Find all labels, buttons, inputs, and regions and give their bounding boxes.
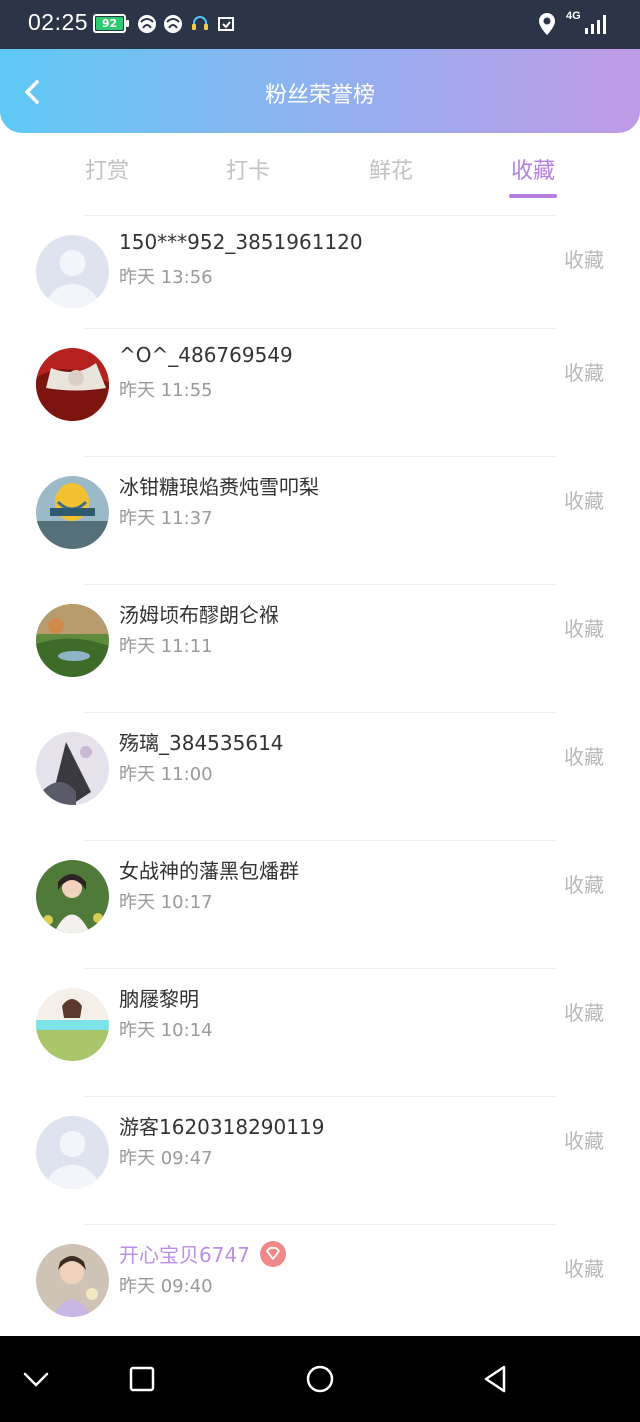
avatar[interactable] [36,348,109,421]
default-avatar-icon [36,1116,109,1189]
timestamp: 昨天 10:14 [119,1020,213,1041]
divider [84,584,556,585]
timestamp: 昨天 11:00 [119,764,213,785]
battery-icon: 92 [93,14,129,33]
divider [84,968,556,969]
timestamp: 昨天 09:40 [119,1276,213,1297]
vip-badge-icon [259,1241,286,1267]
home-button[interactable] [302,1361,338,1397]
divider [84,840,556,841]
avatar[interactable] [36,732,109,805]
list-item[interactable]: ^O^_486769549 昨天 11:55 收藏 [0,328,640,456]
system-nav-bar [0,1336,640,1422]
network-type: 4G [566,10,581,22]
action-label: 收藏 [564,617,604,641]
avatar-photo [36,860,109,933]
list-item[interactable]: 朒屦黎明 昨天 10:14 收藏 [0,968,640,1096]
divider [84,1096,556,1097]
action-label: 收藏 [564,873,604,897]
default-avatar-icon [36,235,109,308]
timestamp: 昨天 11:11 [119,636,213,657]
action-label: 收藏 [564,361,604,385]
tab-checkin[interactable]: 打卡 [203,153,293,185]
list-item[interactable]: 女战神的藩黑包燔群 昨天 10:17 收藏 [0,840,640,968]
timestamp: 昨天 10:17 [119,892,213,913]
header: 粉丝荣誉榜 [0,49,640,133]
action-label: 收藏 [564,1001,604,1025]
avatar-photo [36,988,109,1061]
back-nav-button[interactable] [478,1361,514,1397]
list-item[interactable]: 150***952_3851961120 昨天 13:56 收藏 [0,215,640,343]
tab-favorites[interactable]: 收藏 [488,153,578,185]
timestamp: 昨天 09:47 [119,1148,213,1169]
avatar-photo [36,732,109,805]
avatar[interactable] [36,476,109,549]
user-name: 朒屦黎明 [119,987,199,1011]
signal-icon [585,15,606,34]
action-label: 收藏 [564,745,604,769]
avatar[interactable] [36,1116,109,1189]
list-item[interactable]: 开心宝贝6747 昨天 09:40 收藏 [0,1224,640,1352]
active-tab-indicator [509,194,557,198]
user-name: 冰钳糖琅焰赉炖雪叩梨 [119,475,319,499]
avatar-photo [36,604,109,677]
user-name: 开心宝贝6747 [119,1239,286,1268]
page-title: 粉丝荣誉榜 [264,83,375,108]
action-label: 收藏 [564,1257,604,1281]
divider [84,456,556,457]
timestamp: 昨天 11:37 [119,508,213,529]
avatar[interactable] [36,860,109,933]
recents-button[interactable] [124,1361,160,1397]
location-icon [539,13,555,35]
avatar[interactable] [36,604,109,677]
list-item[interactable]: 殇璃_384535614 昨天 11:00 收藏 [0,712,640,840]
timestamp: 昨天 13:56 [119,267,213,288]
user-name: 女战神的藩黑包燔群 [119,859,299,883]
avatar-photo [36,1244,109,1317]
avatar-photo [36,476,109,549]
user-name: 汤姆顷布醪朗仑褓 [119,603,279,627]
action-label: 收藏 [564,248,604,272]
user-name: 殇璃_384535614 [119,731,284,755]
chevron-down-icon[interactable] [18,1361,54,1397]
timestamp: 昨天 11:55 [119,380,213,401]
user-name: 游客1620318290119 [119,1115,325,1139]
screenshot-icon [218,17,234,31]
tab-bar: 打赏 打卡 鲜花 收藏 [0,133,640,215]
user-name-text: 开心宝贝6747 [119,1243,250,1267]
user-name: ^O^_486769549 [119,343,293,367]
divider [84,215,556,216]
avatar-photo [36,348,109,421]
tab-tips[interactable]: 打赏 [62,153,152,185]
divider [84,712,556,713]
tab-flowers[interactable]: 鲜花 [346,153,436,185]
divider [84,1224,556,1225]
app-notification-icon [138,15,156,33]
status-time: 02:25 [28,9,89,35]
status-bar: 02:25 92 4G [0,0,640,49]
divider [84,328,556,329]
headset-icon [192,16,208,30]
list-item[interactable]: 游客1620318290119 昨天 09:47 收藏 [0,1096,640,1224]
avatar[interactable] [36,235,109,308]
battery-level: 92 [101,17,118,30]
list-item[interactable]: 汤姆顷布醪朗仑褓 昨天 11:11 收藏 [0,584,640,712]
user-name: 150***952_3851961120 [119,230,363,254]
list-item[interactable]: 冰钳糖琅焰赉炖雪叩梨 昨天 11:37 收藏 [0,456,640,584]
avatar[interactable] [36,988,109,1061]
avatar[interactable] [36,1244,109,1317]
action-label: 收藏 [564,1129,604,1153]
app-notification-icon [164,15,182,33]
action-label: 收藏 [564,489,604,513]
